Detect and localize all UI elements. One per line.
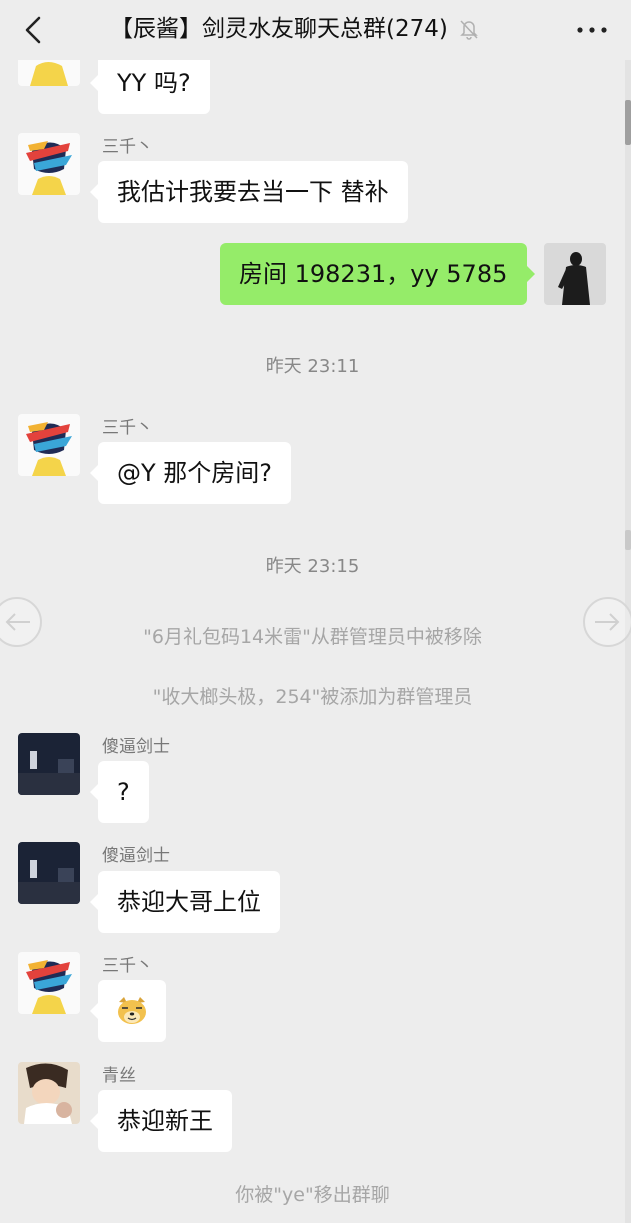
avatar-shabi-jianshi[interactable] (18, 733, 80, 795)
sender-name: 青丝 (102, 1066, 136, 1086)
chevron-left-icon[interactable] (22, 14, 46, 46)
message-text: @Y 那个房间? (117, 459, 273, 487)
system-message: 你被"ye"移出群聊 (235, 1184, 390, 1206)
message-text: 恭迎新王 (117, 1107, 213, 1135)
avatar-qingsi[interactable] (18, 1062, 80, 1124)
timestamp: 昨天 23:15 (265, 556, 360, 577)
message-text: 恭迎大哥上位 (117, 888, 261, 916)
timestamp: 昨天 23:11 (265, 356, 360, 377)
scroll-thumb[interactable] (625, 100, 631, 145)
my-message-bubble[interactable]: 房间 198231，yy 5785 (220, 243, 535, 305)
sender-name: 三千丶 (102, 418, 153, 438)
message-bubble[interactable]: 我估计我要去当一下 替补 (90, 161, 408, 223)
avatar-sanqian[interactable] (18, 952, 80, 1014)
system-message: "6月礼包码14米雷"从群管理员中被移除 (143, 626, 482, 648)
message-text: 房间 198231，yy 5785 (239, 260, 508, 288)
avatar-sanqian[interactable] (18, 133, 80, 195)
message-bubble[interactable] (90, 980, 166, 1042)
title-bar: 【辰酱】剑灵水友聊天总群(274) (0, 0, 631, 60)
sender-name: 三千丶 (102, 137, 153, 157)
scroll-marker (625, 530, 631, 550)
message-bubble[interactable]: ? (90, 761, 149, 823)
scroll-track[interactable] (625, 60, 631, 1223)
sender-name: 傻逼剑士 (102, 737, 170, 757)
sender-name: 傻逼剑士 (102, 846, 170, 866)
message-bubble[interactable]: YY 吗? (90, 52, 210, 114)
system-message: "收大榔头极，254"被添加为群管理员 (152, 686, 473, 708)
message-text: ? (117, 778, 130, 806)
avatar-self[interactable] (544, 243, 606, 305)
message-text: 我估计我要去当一下 替补 (117, 178, 389, 206)
chat-title-area: 【辰酱】剑灵水友聊天总群(274) (110, 12, 480, 46)
message-bubble[interactable]: 恭迎新王 (90, 1090, 232, 1152)
avatar-sanqian[interactable] (18, 414, 80, 476)
message-text: YY 吗? (117, 69, 191, 97)
more-dots-icon[interactable] (575, 16, 609, 44)
message-bubble[interactable]: @Y 那个房间? (89, 442, 292, 504)
message-bubble[interactable]: 恭迎大哥上位 (90, 871, 280, 933)
doge-emoji-icon (118, 997, 146, 1024)
avatar-shabi-jianshi[interactable] (18, 842, 80, 904)
bell-off-icon (460, 20, 478, 40)
chat-title: 【辰酱】剑灵水友聊天总群(274) (110, 16, 448, 42)
sender-name: 三千丶 (102, 956, 153, 976)
